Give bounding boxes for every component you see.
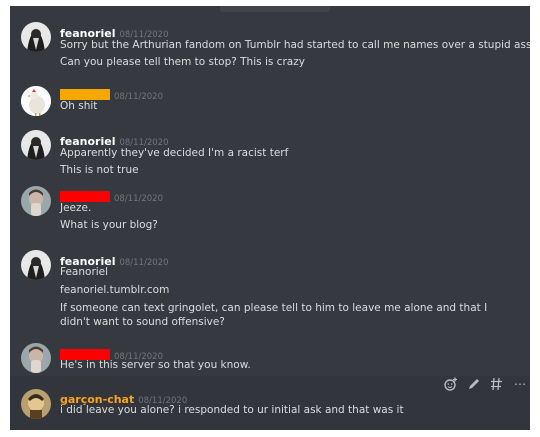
message-header: feanoriel 08/11/2020 [60,22,168,40]
message-text: This is not true [60,164,139,176]
message-text: Jeeze. [60,202,92,214]
avatar[interactable] [21,343,51,373]
avatar[interactable] [21,186,51,216]
avatar[interactable] [21,22,51,52]
scroll-edge [220,6,330,12]
avatar[interactable] [21,250,51,280]
chat-message-list[interactable]: feanoriel 08/11/2020 Sorry but the Arthur… [10,6,530,430]
message-header: feanoriel 08/11/2020 [60,130,168,148]
message-header: garçon-chat 08/11/2020 [60,388,187,406]
message-text: What is your blog? [60,219,158,231]
avatar[interactable] [21,389,51,419]
message-text: Apparently they've decided I'm a racist … [60,147,289,159]
edit-icon[interactable] [466,376,482,392]
message-actions-toolbar: ⋯ [443,374,528,394]
message-header: 08/11/2020 [60,84,163,102]
message-text: Oh shit [60,100,98,112]
message-link[interactable]: feanoriel.tumblr.com [60,283,515,297]
add-reaction-icon[interactable] [443,376,459,392]
more-icon[interactable]: ⋯ [512,376,528,392]
message-text: He's in this server so that you know. [60,359,251,371]
message-header: 08/11/2020 [60,186,163,204]
message-header: feanoriel 08/11/2020 [60,250,168,268]
avatar[interactable] [21,130,51,160]
message-text: Can you please tell them to stop? This i… [60,56,305,68]
create-thread-icon[interactable] [489,376,505,392]
message-text: i did leave you alone? i responded to ur… [60,404,404,416]
avatar[interactable] [21,86,51,116]
message-text: Feanoriel [60,266,109,278]
message-text: Sorry but the Arthurian fandom on Tumblr… [60,39,530,51]
message-text: If someone can text gringolet, can pleas… [60,302,488,328]
